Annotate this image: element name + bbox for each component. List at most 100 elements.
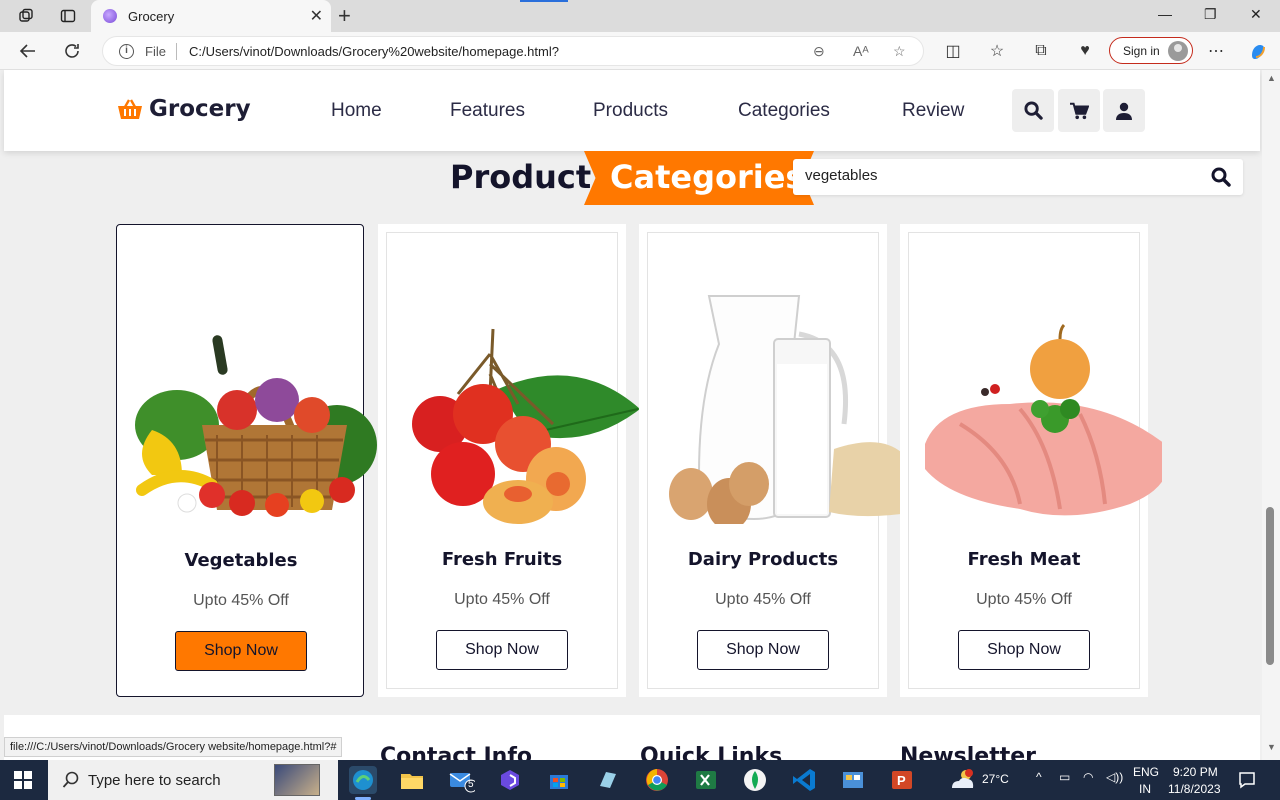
basket-icon: [117, 98, 143, 120]
mail-badge: 5: [468, 779, 474, 790]
taskbar-search-box[interactable]: Type here to search: [48, 760, 338, 800]
vertical-scrollbar[interactable]: ▲ ▼: [1262, 70, 1280, 760]
tab-actions-icon[interactable]: [56, 5, 80, 27]
nav-categories[interactable]: Categories: [738, 100, 830, 122]
search-input[interactable]: [805, 167, 1185, 184]
taskbar-vscode-icon[interactable]: [790, 766, 818, 794]
wifi-icon[interactable]: ◠: [1083, 770, 1093, 784]
shop-now-button[interactable]: Shop Now: [958, 630, 1090, 670]
taskbar-search-placeholder: Type here to search: [88, 772, 221, 789]
weather-cloud-icon[interactable]: [948, 768, 976, 792]
taskbar-store-icon[interactable]: [545, 766, 573, 794]
footer-heading-newsletter: Newsletter: [900, 744, 1037, 760]
taskbar-file-explorer-icon[interactable]: [398, 766, 426, 794]
collections-icon[interactable]: ⧉: [1030, 40, 1052, 62]
volume-icon[interactable]: ◁)): [1106, 770, 1123, 784]
footer-heading-quick-links: Quick Links: [640, 744, 783, 760]
restore-icon[interactable]: ❐: [1204, 6, 1217, 23]
taskbar-mongodb-icon[interactable]: [741, 766, 769, 794]
tab-favicon-icon: [103, 9, 117, 23]
scrollbar-thumb[interactable]: [1266, 507, 1274, 665]
sign-in-button[interactable]: Sign in: [1109, 37, 1193, 64]
site-header: Grocery Home Features Products Categorie…: [4, 70, 1260, 151]
url-scheme-label: File: [145, 44, 166, 59]
battery-icon[interactable]: ▭: [1059, 770, 1070, 784]
favorites-icon[interactable]: ☆: [986, 40, 1008, 62]
taskbar-mail-icon[interactable]: 5: [447, 766, 478, 794]
taskbar-copilot-icon[interactable]: [496, 766, 524, 794]
scroll-down-icon[interactable]: ▼: [1267, 742, 1276, 752]
clock-date[interactable]: 11/8/2023: [1168, 782, 1221, 796]
category-card-fresh-fruits[interactable]: Fresh Fruits Upto 45% Off Shop Now: [378, 224, 640, 697]
nav-features[interactable]: Features: [450, 100, 525, 122]
category-offer: Upto 45% Off: [976, 591, 1072, 608]
category-card-dairy-products[interactable]: Dairy Products Upto 45% Off Shop Now: [639, 224, 901, 697]
windows-taskbar: Type here to search 5 P 27°C ^ ▭ ◠ ◁)) E…: [0, 760, 1280, 800]
split-screen-icon[interactable]: ◫: [942, 40, 964, 62]
new-tab-icon[interactable]: +: [338, 3, 351, 29]
language-code[interactable]: ENG: [1133, 765, 1159, 779]
taskbar-app-icon[interactable]: [839, 766, 867, 794]
category-offer: Upto 45% Off: [715, 591, 811, 608]
extensions-icon[interactable]: ♥: [1074, 40, 1096, 62]
svg-text:P: P: [897, 773, 906, 788]
header-cart-button[interactable]: [1058, 89, 1100, 132]
more-options-icon[interactable]: ⋯: [1205, 40, 1227, 62]
back-icon[interactable]: [17, 40, 39, 62]
browser-toolbar: i File C:/Users/vinot/Downloads/Grocery%…: [0, 32, 1280, 70]
site-logo[interactable]: Grocery: [117, 96, 251, 122]
refresh-icon[interactable]: [61, 40, 83, 62]
search-submit-icon[interactable]: [1211, 167, 1231, 187]
workspaces-icon[interactable]: [14, 5, 38, 27]
weather-temperature[interactable]: 27°C: [982, 772, 1009, 786]
taskbar-photos-icon[interactable]: [594, 766, 622, 794]
close-window-icon[interactable]: ✕: [1250, 6, 1262, 23]
nav-products[interactable]: Products: [593, 100, 668, 122]
tray-expand-icon[interactable]: ^: [1036, 770, 1042, 784]
shop-now-button[interactable]: Shop Now: [436, 630, 568, 670]
status-bar-url: file:///C:/Users/vinot/Downloads/Grocery…: [4, 737, 343, 757]
category-title: Dairy Products: [687, 549, 839, 570]
browser-tab-grocery[interactable]: Grocery ✕: [91, 0, 331, 32]
url-separator: [176, 43, 177, 60]
taskbar-edge-icon[interactable]: [349, 766, 377, 800]
nav-review[interactable]: Review: [902, 100, 964, 122]
category-card-vegetables[interactable]: Vegetables Upto 45% Off Shop Now: [116, 224, 377, 697]
address-bar[interactable]: i File C:/Users/vinot/Downloads/Grocery%…: [102, 36, 924, 66]
windows-start-icon[interactable]: [14, 771, 32, 789]
section-heading-product: Product: [450, 158, 592, 196]
shop-now-button[interactable]: Shop Now: [175, 631, 307, 671]
site-info-icon[interactable]: i: [119, 44, 134, 59]
search-highlight-image: [274, 764, 320, 796]
taskbar-excel-icon[interactable]: [692, 766, 720, 794]
copilot-icon[interactable]: [1247, 40, 1269, 62]
header-user-button[interactable]: [1103, 89, 1145, 132]
zoom-icon[interactable]: ⊖: [813, 43, 825, 60]
language-region[interactable]: IN: [1139, 782, 1151, 796]
footer-heading-contact: Contact Info: [380, 744, 533, 760]
category-offer: Upto 45% Off: [454, 591, 550, 608]
notifications-icon[interactable]: [1238, 771, 1256, 789]
taskbar-chrome-icon[interactable]: [643, 766, 671, 794]
taskbar-powerpoint-icon[interactable]: P: [888, 766, 916, 794]
minimize-icon[interactable]: —: [1158, 6, 1172, 22]
search-icon: [1023, 101, 1043, 120]
favorite-star-icon[interactable]: ☆: [893, 43, 906, 60]
shop-now-button[interactable]: Shop Now: [697, 630, 829, 670]
cart-icon: [1070, 102, 1089, 119]
sign-in-label: Sign in: [1123, 44, 1160, 58]
category-card-fresh-meat[interactable]: Fresh Meat Upto 45% Off Shop Now: [900, 224, 1162, 697]
nav-home[interactable]: Home: [331, 100, 382, 122]
search-form: [793, 159, 1243, 195]
loading-indicator: [520, 0, 568, 2]
header-search-button[interactable]: [1012, 89, 1054, 132]
close-tab-icon[interactable]: ✕: [310, 6, 323, 26]
url-text[interactable]: C:/Users/vinot/Downloads/Grocery%20websi…: [189, 44, 559, 59]
read-aloud-icon[interactable]: Aᴬ: [853, 43, 869, 59]
logo-text: Grocery: [149, 96, 251, 122]
vegetable-basket-image: [135, 335, 377, 517]
clock-time[interactable]: 9:20 PM: [1173, 765, 1218, 779]
scroll-up-icon[interactable]: ▲: [1267, 73, 1276, 83]
profile-avatar-icon: [1168, 41, 1188, 61]
category-offer: Upto 45% Off: [193, 592, 289, 609]
